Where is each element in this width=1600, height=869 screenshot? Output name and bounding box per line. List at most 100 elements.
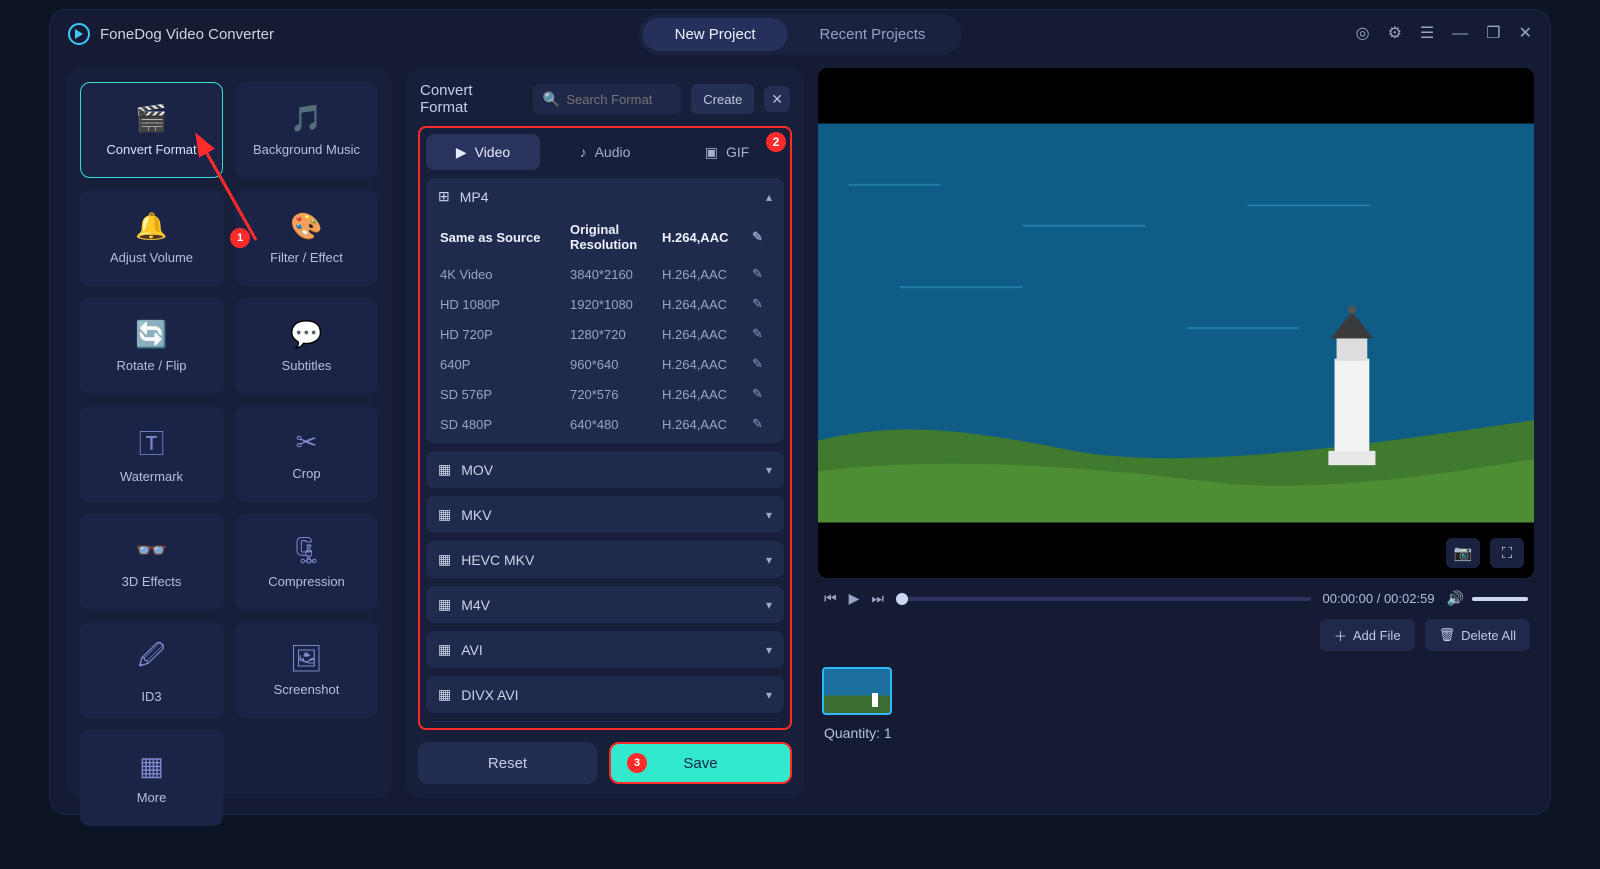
save-button[interactable]: 3 Save (609, 742, 792, 784)
close-window-icon[interactable]: ✕ (1519, 26, 1532, 42)
prev-icon[interactable]: ⏮ (824, 590, 837, 607)
menu-icon[interactable]: ☰ (1420, 26, 1434, 42)
edit-preset-icon[interactable]: ✎ (752, 356, 770, 372)
format-group-divx-avi: ▦DIVX AVI▾ (426, 676, 784, 713)
project-tabs: New Project Recent Projects (639, 14, 962, 55)
tool-adjust-volume[interactable]: 🔔Adjust Volume (80, 190, 223, 286)
format-icon: ▦ (438, 461, 451, 478)
format-group-header[interactable]: ▦M4V▾ (426, 586, 784, 623)
edit-preset-icon[interactable]: ✎ (752, 326, 770, 342)
chevron-down-icon: ▾ (766, 643, 772, 657)
tab-audio[interactable]: ♪ Audio (548, 134, 662, 170)
tool-screenshot[interactable]: 🖼Screenshot (235, 622, 378, 718)
tab-gif[interactable]: ▣ GIF 2 (670, 134, 784, 170)
edit-preset-icon[interactable]: ✎ (752, 296, 770, 312)
fullscreen-icon[interactable]: ⛶ (1490, 538, 1524, 568)
preset-res: 960*640 (570, 357, 662, 372)
edit-preset-icon[interactable]: ✎ (752, 386, 770, 402)
format-group-header[interactable]: ▦DIVX AVI▾ (426, 676, 784, 713)
format-group-header[interactable]: ▦ AVI ▾ (426, 631, 784, 668)
tab-recent-projects[interactable]: Recent Projects (787, 18, 957, 51)
format-group-header[interactable]: ▦MOV▾ (426, 451, 784, 488)
tool-filter-effect[interactable]: 🎨Filter / Effect (235, 190, 378, 286)
preset-name: HD 1080P (440, 297, 570, 312)
tool-subtitles[interactable]: 💬Subtitles (235, 298, 378, 394)
search-format[interactable]: 🔍 (533, 84, 681, 114)
edit-preset-icon[interactable]: ✎ (752, 416, 770, 432)
convert-format-panel: Convert Format 🔍 Create ✕ ▶ Video ♪ Aud (406, 68, 804, 798)
preset-row[interactable]: HD 1080P1920*1080H.264,AAC✎ (430, 289, 780, 319)
tab-video[interactable]: ▶ Video (426, 134, 540, 170)
mp4-icon: ⊞ (438, 188, 450, 205)
tab-new-project[interactable]: New Project (643, 18, 788, 51)
format-group-header[interactable]: ▦XVID AVI▾ (426, 721, 784, 722)
tool-convert-format[interactable]: 🎬Convert Format (80, 82, 223, 178)
tool-background-music[interactable]: 🎵Background Music (235, 82, 378, 178)
id3-icon: 🖉 (138, 637, 166, 681)
preset-row[interactable]: Same as SourceOriginal ResolutionH.264,A… (430, 215, 780, 259)
format-group-mov: ▦MOV▾ (426, 451, 784, 488)
tool-more[interactable]: ▦ More (80, 730, 223, 826)
snapshot-icon[interactable]: 📷 (1446, 538, 1480, 568)
tool-3d-effects[interactable]: 👓3D Effects (80, 514, 223, 610)
format-group-header[interactable]: ▦MKV▾ (426, 496, 784, 533)
search-format-input[interactable] (566, 92, 671, 107)
clip-thumbnails (818, 651, 1534, 719)
format-group-m4v: ▦M4V▾ (426, 586, 784, 623)
subtitles-icon: 💬 (290, 319, 322, 350)
reset-button[interactable]: Reset (418, 742, 597, 784)
format-icon: ▦ (438, 641, 451, 658)
settings-icon[interactable]: ⚙ (1388, 26, 1402, 42)
preset-row[interactable]: SD 576P720*576H.264,AAC✎ (430, 379, 780, 409)
chevron-down-icon: ▾ (766, 508, 772, 522)
tool-label: Filter / Effect (270, 250, 343, 265)
minimize-icon[interactable]: — (1452, 26, 1468, 42)
tool-watermark[interactable]: 🅃Watermark (80, 406, 223, 502)
add-file-button[interactable]: ＋ Add File (1320, 619, 1415, 651)
format-group-label: AVI (461, 642, 483, 658)
app-window: FoneDog Video Converter New Project Rece… (50, 10, 1550, 814)
account-icon[interactable]: ◎ (1356, 26, 1370, 42)
edit-preset-icon[interactable]: ✎ (752, 229, 770, 245)
video-preview[interactable]: 📷 ⛶ (818, 68, 1534, 578)
format-group-header[interactable]: ▦HEVC MKV▾ (426, 541, 784, 578)
search-icon: 🔍 (543, 91, 560, 108)
rotate-flip-icon: 🔄 (135, 319, 167, 350)
format-group-mp4-header[interactable]: ⊞ MP4 ▴ (426, 178, 784, 215)
tool-label: More (137, 790, 167, 805)
preset-row[interactable]: HD 720P1280*720H.264,AAC✎ (430, 319, 780, 349)
tool-label: Crop (292, 466, 320, 481)
panel-title: Convert Format (420, 82, 523, 116)
next-icon[interactable]: ⏭ (871, 590, 884, 607)
seek-slider[interactable] (896, 597, 1311, 601)
tool-crop[interactable]: ✂ Crop (235, 406, 378, 502)
chevron-down-icon: ▾ (766, 598, 772, 612)
play-icon[interactable]: ▶ (849, 590, 860, 607)
crop-icon: ✂ (296, 427, 318, 458)
format-list[interactable]: ⊞ MP4 ▴ Same as SourceOriginal Resolutio… (426, 178, 784, 722)
tool-compression[interactable]: 🗜Compression (235, 514, 378, 610)
format-area-highlight: ▶ Video ♪ Audio ▣ GIF 2 (418, 126, 792, 730)
tool-id3[interactable]: 🖉 ID3 (80, 622, 223, 718)
preset-row[interactable]: 640P960*640H.264,AAC✎ (430, 349, 780, 379)
preset-name: SD 576P (440, 387, 570, 402)
preset-row[interactable]: SD 480P640*480H.264,AAC✎ (430, 409, 780, 439)
tool-rotate-flip[interactable]: 🔄Rotate / Flip (80, 298, 223, 394)
preset-codec: H.264,AAC (662, 327, 752, 342)
more-icon: ▦ (139, 751, 164, 782)
clip-thumbnail[interactable] (822, 667, 892, 715)
create-button[interactable]: Create (691, 84, 754, 114)
maximize-icon[interactable]: ❐ (1486, 26, 1500, 42)
panel-close-icon[interactable]: ✕ (764, 86, 790, 112)
tab-gif-label: GIF (726, 144, 749, 160)
tool-label: ID3 (141, 689, 161, 704)
format-icon: ▦ (438, 506, 451, 523)
edit-preset-icon[interactable]: ✎ (752, 266, 770, 282)
delete-all-button[interactable]: 🗑 Delete All (1425, 619, 1530, 651)
preset-codec: H.264,AAC (662, 230, 752, 245)
volume-slider[interactable] (1472, 597, 1528, 601)
watermark-icon: 🅃 (138, 424, 164, 461)
preset-row[interactable]: 4K Video3840*2160H.264,AAC✎ (430, 259, 780, 289)
volume-icon[interactable]: 🔊 (1447, 590, 1464, 607)
format-group-mp4: ⊞ MP4 ▴ Same as SourceOriginal Resolutio… (426, 178, 784, 443)
